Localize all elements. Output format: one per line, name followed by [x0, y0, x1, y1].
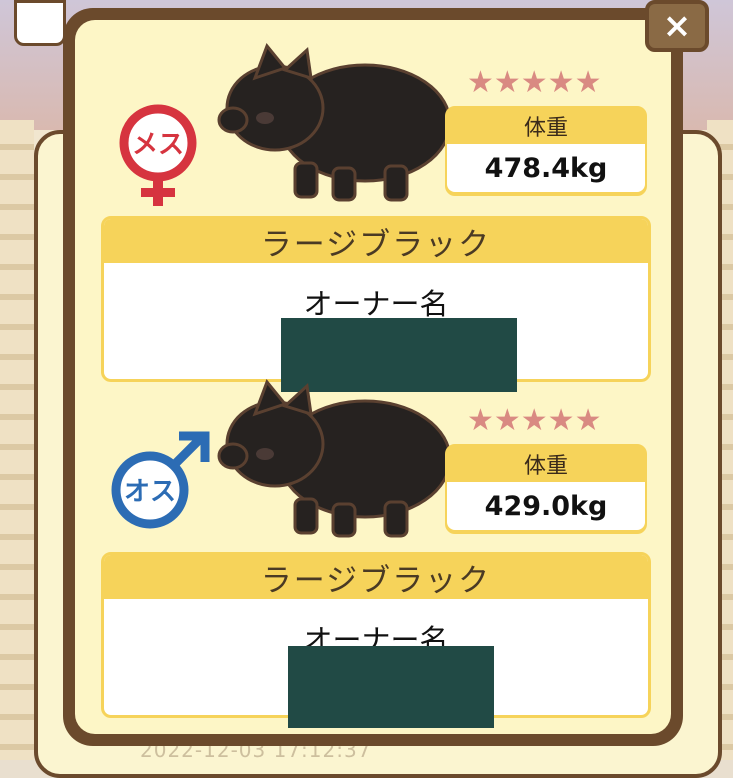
weight-label: 体重 [523, 116, 568, 141]
close-button[interactable]: × [645, 0, 709, 52]
female-symbol-icon: メス [113, 98, 203, 212]
pig-image-male [215, 374, 460, 548]
male-symbol-icon: オス [105, 428, 215, 542]
breed-name: ラージブラック [104, 555, 648, 599]
male-symbol-text: オス [124, 477, 176, 507]
weight-label: 体重 [523, 454, 568, 479]
weight-card: 体重 429.0kg [445, 444, 647, 534]
owner-label: オーナー名 [303, 287, 449, 321]
star-rating: ★★★★★ [467, 403, 602, 438]
background-fence-left [0, 120, 34, 760]
owner-name-redacted [288, 646, 494, 728]
female-symbol-text: メス [132, 130, 184, 160]
breed-name: ラージブラック [104, 219, 648, 263]
star-rating: ★★★★★ [467, 65, 602, 100]
weight-value: 429.0kg [447, 482, 645, 530]
weight-card: 体重 478.4kg [445, 106, 647, 196]
pig-entry-male: オス ★★★★★ 体重 429.0kg ラージブラック オーナー名 [75, 356, 671, 728]
background-sign [14, 0, 66, 46]
pair-detail-dialog: メス ★★★★★ 体重 478.4kg ラージブラック オーナー名 オス ★★★… [63, 8, 683, 746]
close-icon: × [662, 6, 692, 46]
pig-entry-female: メス ★★★★★ 体重 478.4kg ラージブラック オーナー名 [75, 20, 671, 392]
pig-image-female [215, 38, 460, 212]
dialog-panel: メス ★★★★★ 体重 478.4kg ラージブラック オーナー名 オス ★★★… [75, 20, 671, 734]
weight-value: 478.4kg [447, 144, 645, 192]
